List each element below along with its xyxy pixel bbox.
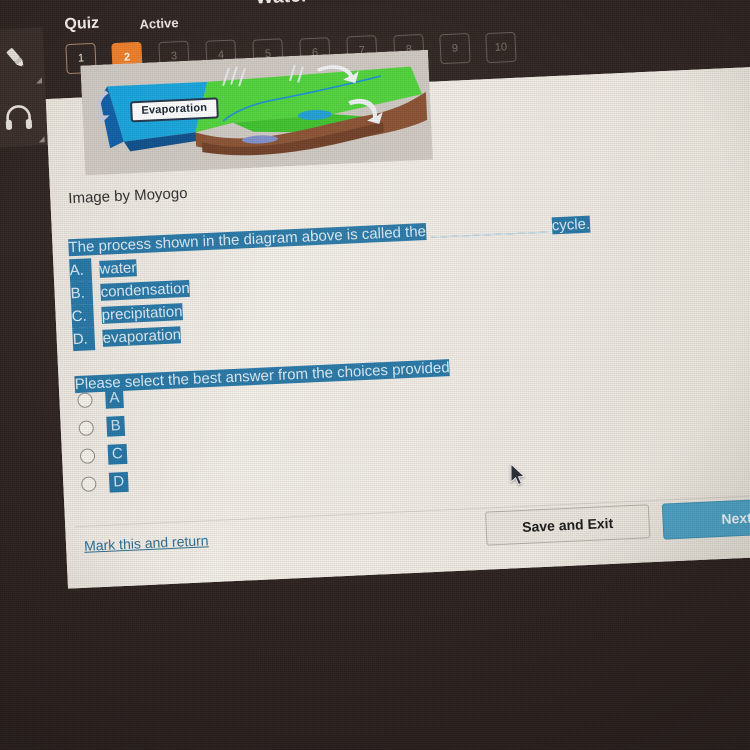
answer-option-label: B <box>106 415 126 437</box>
choice-text: water <box>99 259 137 278</box>
choice-text: precipitation <box>101 303 183 324</box>
question-instruction-text: Please select the best answer from the c… <box>74 359 450 394</box>
question-stem-after: cycle. <box>551 215 591 235</box>
highlighter-tool-button[interactable] <box>0 27 45 88</box>
choice-letter: D. <box>72 327 96 352</box>
answer-option-label: D <box>108 471 129 493</box>
answer-option-B[interactable]: B <box>78 412 126 442</box>
answer-options-group: ABCD <box>77 384 129 498</box>
radio-button-D[interactable] <box>80 475 97 492</box>
answer-option-A[interactable]: A <box>77 384 125 414</box>
answer-option-label: C <box>107 443 128 465</box>
mark-this-and-return-link[interactable]: Mark this and return <box>84 532 209 554</box>
tool-rail <box>0 27 48 148</box>
question-nav-item-9: 9 <box>439 32 471 65</box>
status-badge: Active <box>139 15 179 32</box>
question-instruction: Please select the best answer from the c… <box>74 346 664 396</box>
image-credit: Image by Moyogo <box>67 184 188 208</box>
next-button[interactable]: Next <box>661 496 750 540</box>
evaporation-label: Evaporation <box>130 97 219 123</box>
tool-corner-marker <box>38 136 45 143</box>
mouse-cursor <box>510 463 526 486</box>
radio-button-B[interactable] <box>78 419 95 436</box>
read-aloud-tool-button[interactable] <box>0 86 48 147</box>
choice-letter: C. <box>71 304 95 329</box>
water-cycle-diagram: Evaporation <box>80 49 433 176</box>
quiz-content-card: Evaporation Image by Moyogo The process … <box>45 49 750 589</box>
choice-letter: A. <box>69 258 93 283</box>
radio-button-C[interactable] <box>79 447 96 464</box>
choice-letter: B. <box>70 281 94 306</box>
tool-corner-marker <box>35 77 43 84</box>
quiz-application: Water Quiz Active 12345678910 <box>0 0 750 684</box>
question-nav-item-10: 10 <box>485 31 517 64</box>
choice-text: evaporation <box>102 326 182 347</box>
photographed-screen: Water Quiz Active 12345678910 <box>0 0 750 750</box>
choice-text: condensation <box>100 279 191 301</box>
answer-option-D[interactable]: D <box>80 468 129 498</box>
page-title: Water <box>255 0 309 10</box>
question-text-block: The process shown in the diagram above i… <box>68 210 665 397</box>
save-and-exit-button[interactable]: Save and Exit <box>484 504 651 546</box>
answer-blank <box>430 231 549 238</box>
answer-option-C[interactable]: C <box>79 440 128 470</box>
radio-button-A[interactable] <box>77 391 93 408</box>
quiz-label: Quiz <box>64 14 100 34</box>
answer-option-label: A <box>105 387 124 409</box>
